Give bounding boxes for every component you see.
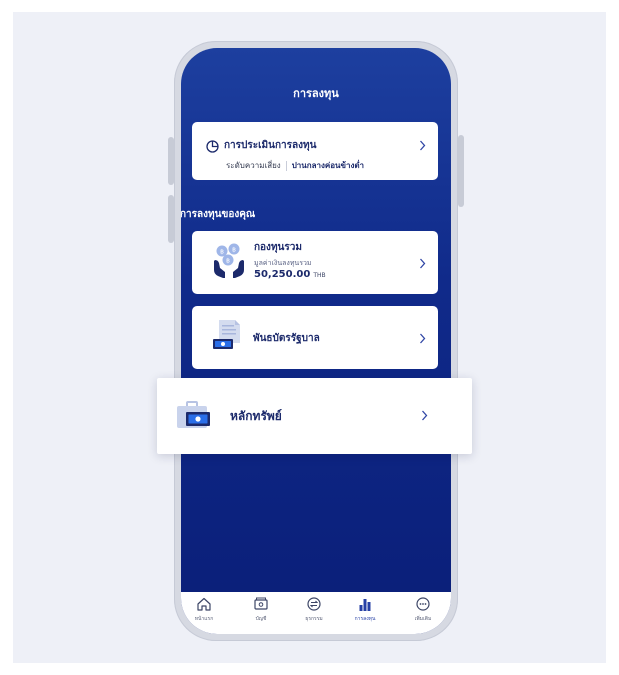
fund-card-title: กองทุนรวม: [254, 242, 302, 253]
fund-amount: 50,250.00: [254, 269, 311, 280]
fund-total-value: 50,250.00 THB: [254, 269, 326, 280]
government-bond-card[interactable]: พันธบัตรรัฐบาล: [192, 306, 438, 369]
chevron-right-icon: [419, 258, 426, 269]
briefcase-money-icon: [176, 401, 212, 435]
pie-chart-icon: [206, 138, 219, 157]
tab-home[interactable]: หน้าแรก: [184, 596, 224, 623]
page-title: การลงทุน: [293, 87, 339, 100]
chevron-right-icon: [419, 140, 426, 151]
app-screen: การลงทุน การประเมินการลงทุน ระดับความเสี…: [181, 48, 451, 634]
risk-level-value: ปานกลางค่อนข้างต่ำ: [291, 161, 365, 170]
section-heading: การลงทุนของคุณ: [181, 209, 256, 220]
tab-transaction[interactable]: ธุรกรรม: [294, 596, 334, 623]
currency-code: THB: [313, 272, 326, 279]
tab-account[interactable]: บัญชี: [241, 596, 281, 623]
phone-side-button: [168, 195, 174, 243]
tab-label: หน้าแรก: [194, 616, 214, 622]
money-hands-icon: ฿ ฿ ฿: [212, 243, 246, 283]
tab-label: บัญชี: [255, 616, 267, 622]
svg-text:฿: ฿: [232, 247, 236, 254]
tab-label: เพิ่มเติม: [414, 616, 432, 622]
home-icon: [197, 597, 211, 611]
fund-value-label: มูลค่าเงินลงทุนรวม: [254, 259, 312, 267]
tab-label: ธุรกรรม: [305, 616, 323, 622]
risk-card-title: การประเมินการลงทุน: [224, 140, 317, 151]
chevron-right-icon: [419, 333, 426, 344]
wallet-icon: [254, 597, 268, 610]
bottom-tab-bar: หน้าแรก บัญชี ธุรกรรม การลงทุน เพิ่มเติม: [181, 592, 451, 634]
phone-side-button: [168, 137, 174, 185]
svg-text:฿: ฿: [220, 249, 224, 256]
mutual-fund-card[interactable]: ฿ ฿ ฿ กองทุนรวม มูลค่าเงินลงทุนรวม 50,25…: [192, 231, 438, 294]
transfer-icon: [307, 597, 321, 611]
tab-investment[interactable]: การลงทุน: [345, 596, 385, 623]
divider: [285, 160, 287, 171]
svg-text:฿: ฿: [226, 258, 230, 265]
risk-level-row: ระดับความเสี่ยง ปานกลางค่อนข้างต่ำ: [226, 159, 364, 172]
tab-more[interactable]: เพิ่มเติม: [403, 596, 443, 623]
risk-level-label: ระดับความเสี่ยง: [226, 161, 281, 170]
securities-card[interactable]: หลักทรัพย์: [157, 378, 472, 454]
more-icon: [416, 597, 430, 611]
securities-card-title: หลักทรัพย์: [230, 409, 282, 423]
tab-label: การลงทุน: [354, 616, 376, 622]
bar-chart-icon: [359, 599, 371, 611]
risk-assessment-card[interactable]: การประเมินการลงทุน ระดับความเสี่ยง ปานกลา…: [192, 122, 438, 180]
bond-document-icon: [212, 319, 242, 355]
bond-card-title: พันธบัตรรัฐบาล: [253, 333, 320, 344]
chevron-right-icon: [421, 410, 428, 421]
phone-power-button: [458, 135, 464, 207]
